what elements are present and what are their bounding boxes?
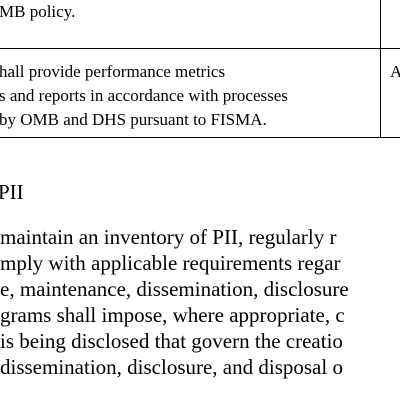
body-line-4: grams shall impose, where appropriate, c: [0, 303, 345, 327]
table-row-divider: [0, 48, 400, 49]
body-line-5: is being disclosed that govern the creat…: [0, 329, 343, 353]
table-cell-text-row1: MB policy.: [0, 2, 76, 21]
body-line-1: maintain an inventory of PII, regularly …: [0, 225, 337, 249]
body-line-2: mply with applicable requirements regar: [0, 251, 341, 275]
table-column-divider: [380, 0, 381, 138]
table-cell-text-row2-line1: hall provide performance metrics: [0, 62, 226, 81]
table-cell-text-row2-line2: s and reports in accordance with process…: [0, 86, 288, 105]
document-page: MB policy. hall provide performance metr…: [0, 0, 400, 400]
table-cell-text-row2-right: A: [390, 62, 400, 81]
requirements-table: MB policy. hall provide performance metr…: [0, 0, 400, 140]
body-line-3: e, maintenance, dissemination, disclosur…: [0, 277, 349, 301]
section-heading: PII: [0, 180, 24, 204]
table-bottom-border: [0, 137, 400, 138]
body-line-6: dissemination, disclosure, and disposal …: [0, 355, 343, 379]
table-cell-text-row2-line3: by OMB and DHS pursuant to FISMA.: [0, 110, 267, 129]
